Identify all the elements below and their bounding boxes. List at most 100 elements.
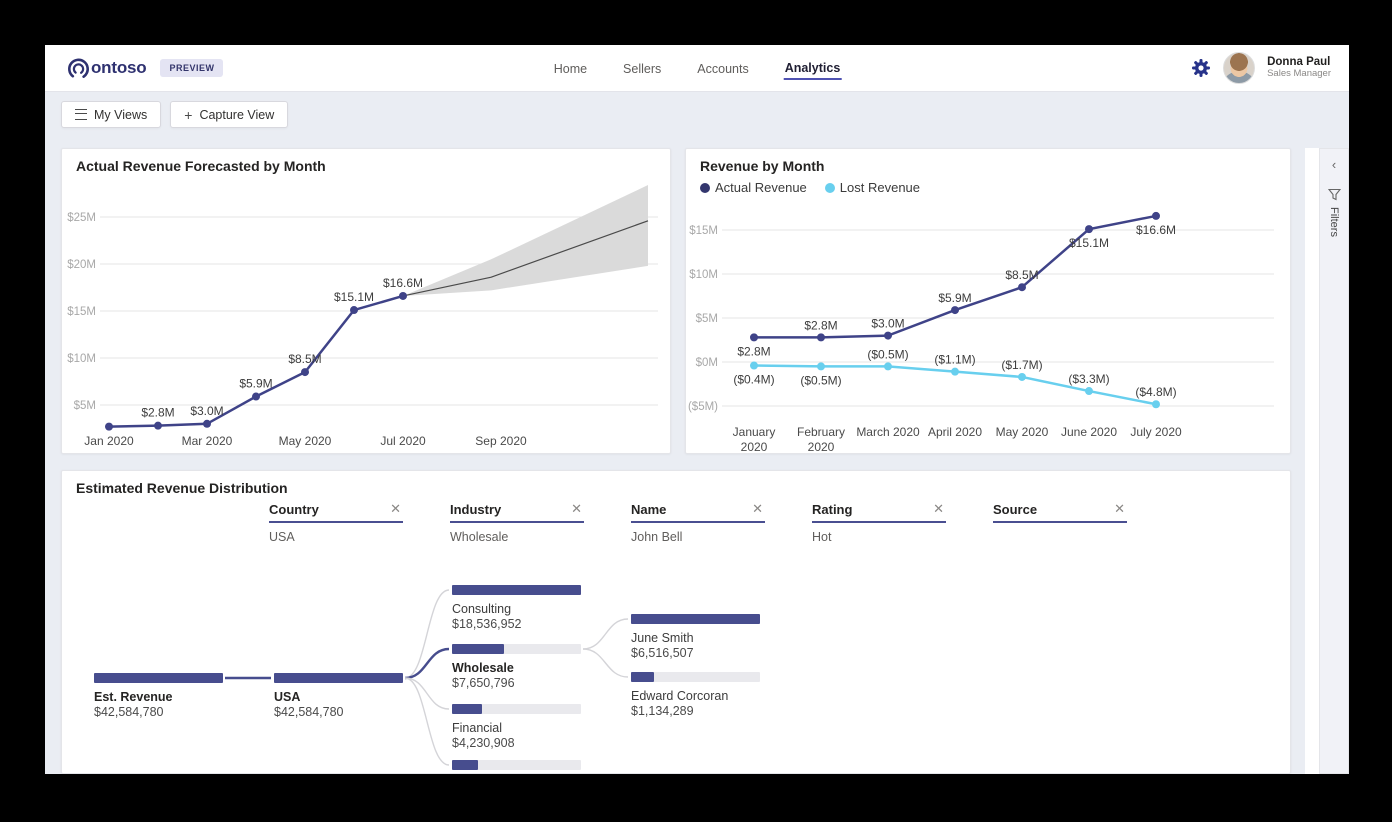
filter-close-icon[interactable]: ✕ xyxy=(1112,501,1127,517)
svg-text:($0.4M): ($0.4M) xyxy=(733,373,774,387)
avatar[interactable] xyxy=(1223,52,1255,84)
tree-node-value: $1,134,289 xyxy=(631,704,760,718)
tree-node-bar-fill xyxy=(452,760,478,770)
filters-rail-label: Filters xyxy=(1328,207,1340,237)
tree-node-bar-fill xyxy=(631,672,654,682)
tree-node-label: Edward Corcoran xyxy=(631,689,760,703)
svg-text:April 2020: April 2020 xyxy=(928,425,982,439)
svg-text:March 2020: March 2020 xyxy=(856,425,920,439)
top-nav: Home Sellers Accounts Analytics xyxy=(553,45,842,91)
svg-text:$25M: $25M xyxy=(67,212,96,224)
svg-text:$16.6M: $16.6M xyxy=(1136,223,1176,237)
filter-value: John Bell xyxy=(631,530,765,544)
svg-text:$5.9M: $5.9M xyxy=(938,291,971,305)
svg-text:($3.3M): ($3.3M) xyxy=(1068,372,1109,386)
preview-badge: PREVIEW xyxy=(160,59,223,77)
collapse-chevron-icon[interactable]: ‹ xyxy=(1320,157,1348,172)
user-info[interactable]: Donna Paul Sales Manager xyxy=(1267,56,1331,80)
tree-node-bar xyxy=(94,673,223,683)
view-toolbar: My Views + Capture View xyxy=(61,101,288,128)
tree-node-bar-fill xyxy=(452,585,581,595)
filter-column-name[interactable]: Name ✕ John Bell xyxy=(631,501,765,544)
revenue-by-month-line-chart[interactable]: $15M$10M$5M$0M($5M)January2020February20… xyxy=(686,149,1290,453)
desktop-background: ontoso PREVIEW Home Sellers Accounts Analyt… xyxy=(0,0,1392,822)
nav-item-analytics[interactable]: Analytics xyxy=(784,57,842,80)
tree-node-consulting[interactable]: Consulting$18,536,952 xyxy=(452,585,581,631)
tree-node-root[interactable]: Est. Revenue$42,584,780 xyxy=(94,673,223,719)
svg-text:Jul 2020: Jul 2020 xyxy=(380,434,426,448)
tree-node-label: June Smith xyxy=(631,631,760,645)
tree-node-financial[interactable]: Financial$4,230,908 xyxy=(452,704,581,750)
filter-value: Hot xyxy=(812,530,946,544)
svg-text:January2020: January2020 xyxy=(733,425,776,453)
filter-close-icon[interactable]: ✕ xyxy=(388,501,403,517)
tree-node-bar xyxy=(452,704,581,714)
tree-node-value: $4,230,908 xyxy=(452,736,581,750)
filter-field-label: Industry xyxy=(450,502,501,517)
tree-node-wholesale[interactable]: Wholesale$7,650,796 xyxy=(452,644,581,690)
svg-text:$5.9M: $5.9M xyxy=(239,377,272,391)
tree-node-value: $7,650,796 xyxy=(452,676,581,690)
tree-node-bar-fill xyxy=(452,704,482,714)
tree-node-bar-fill xyxy=(94,673,223,683)
svg-text:$20M: $20M xyxy=(67,259,96,271)
svg-text:February2020: February2020 xyxy=(797,425,845,453)
filter-column-industry[interactable]: Industry ✕ Wholesale xyxy=(450,501,584,544)
svg-text:($0.5M): ($0.5M) xyxy=(867,347,908,361)
filter-field-label: Country xyxy=(269,502,319,517)
svg-text:($1.7M): ($1.7M) xyxy=(1001,358,1042,372)
contoso-logo: ontoso xyxy=(65,55,146,82)
svg-text:June 2020: June 2020 xyxy=(1061,425,1117,439)
svg-text:$16.6M: $16.6M xyxy=(383,276,423,290)
svg-text:$8.5M: $8.5M xyxy=(288,352,321,366)
tree-node-value: $42,584,780 xyxy=(94,705,223,719)
svg-text:$5M: $5M xyxy=(74,400,96,412)
list-icon xyxy=(75,109,87,120)
nav-item-sellers[interactable]: Sellers xyxy=(622,58,662,79)
tree-node-cut[interactable] xyxy=(452,760,581,770)
svg-text:$3.0M: $3.0M xyxy=(871,317,904,331)
tree-node-usa[interactable]: USA$42,584,780 xyxy=(274,673,403,719)
nav-item-accounts[interactable]: Accounts xyxy=(696,58,749,79)
forecast-chart-card: Actual Revenue Forecasted by Month $5M$1… xyxy=(61,148,671,454)
svg-text:($1.1M): ($1.1M) xyxy=(934,353,975,367)
settings-gear-icon[interactable] xyxy=(1191,58,1211,78)
filters-rail: ‹ Filters xyxy=(1305,148,1349,774)
filter-column-source[interactable]: Source✕ xyxy=(993,501,1127,544)
svg-text:Jan 2020: Jan 2020 xyxy=(84,434,134,448)
filter-column-rating[interactable]: Rating✕Hot xyxy=(812,501,946,544)
user-role: Sales Manager xyxy=(1267,69,1331,80)
svg-text:May 2020: May 2020 xyxy=(996,425,1049,439)
nav-item-home[interactable]: Home xyxy=(553,58,588,79)
tree-node-bar xyxy=(631,614,760,624)
tree-node-value: $6,516,507 xyxy=(631,646,760,660)
filter-close-icon[interactable]: ✕ xyxy=(569,501,584,517)
filters-rail-panel[interactable]: ‹ Filters xyxy=(1319,148,1349,774)
tree-node-bar-fill xyxy=(631,614,760,624)
forecast-line-chart[interactable]: $5M$10M$15M$20M$25MJan 2020Mar 2020May 2… xyxy=(62,149,670,453)
plus-icon: + xyxy=(184,108,192,122)
filter-underline xyxy=(269,521,403,523)
filter-field-label: Name xyxy=(631,502,666,517)
tree-node-bar xyxy=(274,673,403,683)
tree-node-bar xyxy=(452,760,581,770)
tree-node-edward[interactable]: Edward Corcoran$1,134,289 xyxy=(631,672,760,718)
svg-text:$5M: $5M xyxy=(696,313,718,325)
tree-node-label: USA xyxy=(274,690,403,704)
filter-column-country[interactable]: Country✕USA xyxy=(269,501,403,544)
brand-wordmark: ontoso xyxy=(91,58,146,78)
tree-node-june[interactable]: June Smith$6,516,507 xyxy=(631,614,760,660)
filter-underline xyxy=(631,521,765,523)
capture-view-button[interactable]: + Capture View xyxy=(170,101,288,128)
filter-value: Wholesale xyxy=(450,530,584,544)
svg-text:$10M: $10M xyxy=(67,353,96,365)
revenue-by-month-card: Revenue by Month Actual RevenueLost Reve… xyxy=(685,148,1291,454)
capture-view-label: Capture View xyxy=(199,108,274,122)
filter-close-icon[interactable]: ✕ xyxy=(750,501,765,517)
filter-funnel-icon xyxy=(1328,188,1341,201)
svg-text:$8.5M: $8.5M xyxy=(1005,268,1038,282)
my-views-button[interactable]: My Views xyxy=(61,101,161,128)
contoso-logo-mark xyxy=(65,55,92,82)
svg-text:Sep 2020: Sep 2020 xyxy=(475,434,527,448)
filter-close-icon[interactable]: ✕ xyxy=(931,501,946,517)
